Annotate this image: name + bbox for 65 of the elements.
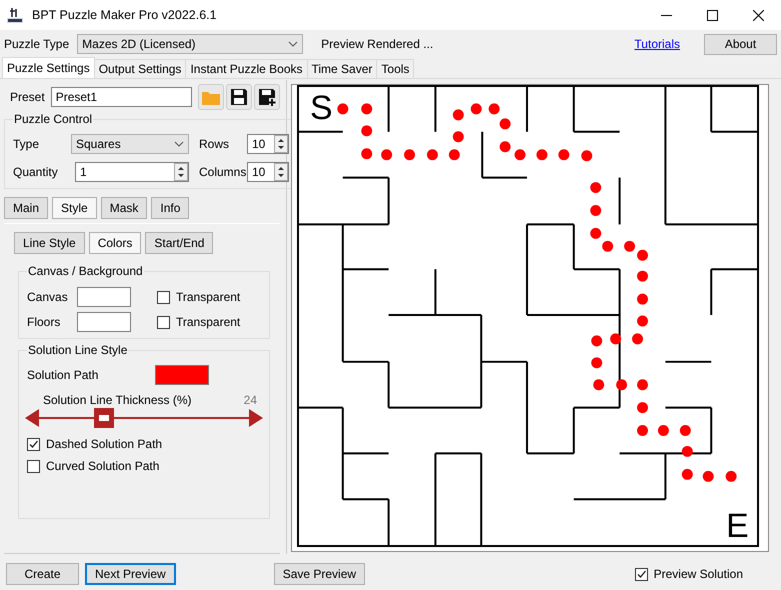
checkbox[interactable] bbox=[157, 290, 170, 304]
checkbox[interactable] bbox=[27, 438, 40, 450]
option-tab[interactable]: Line Style bbox=[14, 232, 85, 254]
slider-thumb[interactable] bbox=[94, 408, 114, 428]
checkbox[interactable] bbox=[157, 316, 170, 328]
preset-label: Preset bbox=[10, 90, 45, 104]
type-dropdown[interactable]: Squares bbox=[71, 134, 189, 154]
thickness-label: Solution Line Thickness (%) bbox=[43, 393, 192, 407]
puzzle-type-dropdown[interactable]: Mazes 2D (Licensed) bbox=[77, 34, 304, 54]
checkbox-label: Transparent bbox=[176, 315, 240, 329]
section-tab[interactable]: Info bbox=[151, 197, 190, 219]
right-arrow-icon[interactable] bbox=[249, 409, 263, 427]
group-title: Puzzle Control bbox=[13, 112, 94, 126]
end-label: E bbox=[726, 507, 749, 546]
app-icon bbox=[6, 6, 24, 24]
color-swatch[interactable] bbox=[155, 365, 209, 385]
caret-icon bbox=[174, 141, 184, 147]
checkbox[interactable] bbox=[27, 460, 40, 472]
checkbox-label: Dashed Solution Path bbox=[46, 437, 162, 451]
action-button[interactable]: Next Preview bbox=[85, 563, 176, 585]
color-label: Canvas bbox=[27, 290, 69, 304]
tutorials-link[interactable]: Tutorials bbox=[634, 37, 680, 51]
section-tab[interactable]: Main bbox=[4, 197, 48, 219]
solution-path-label: Solution Path bbox=[27, 368, 100, 382]
save-as-icon[interactable] bbox=[254, 84, 280, 110]
action-button[interactable]: Create bbox=[6, 563, 79, 585]
group-title: Solution Line Style bbox=[27, 343, 128, 357]
type-label: Type bbox=[13, 137, 40, 151]
option-tab[interactable]: Colors bbox=[88, 232, 142, 254]
color-swatch[interactable] bbox=[77, 312, 131, 332]
rows-field[interactable]: 10 bbox=[247, 134, 289, 154]
preset-field[interactable]: Preset1 bbox=[50, 87, 192, 107]
spinner-arrows-icon[interactable] bbox=[274, 135, 288, 153]
window-title: BPT Puzzle Maker Pro v2022.6.1 bbox=[32, 8, 218, 22]
quantity-field[interactable]: 1 bbox=[75, 162, 189, 182]
close-icon[interactable] bbox=[752, 10, 764, 20]
action-button[interactable]: Save Preview bbox=[274, 563, 366, 585]
tab[interactable]: Output Settings bbox=[94, 59, 186, 78]
checkbox[interactable] bbox=[634, 568, 648, 580]
columns-field[interactable]: 10 bbox=[247, 162, 289, 182]
section-tab[interactable]: Mask bbox=[100, 197, 148, 219]
status-text: Preview Rendered ... bbox=[321, 37, 434, 51]
thickness-slider[interactable] bbox=[25, 407, 263, 429]
checkbox-label: Preview Solution bbox=[654, 567, 743, 581]
spinner-arrows-icon[interactable] bbox=[274, 163, 288, 181]
spinner-arrows-icon[interactable] bbox=[174, 163, 188, 181]
start-label: S bbox=[310, 88, 333, 127]
checkbox-label: Curved Solution Path bbox=[46, 459, 160, 473]
caret-icon bbox=[288, 41, 298, 47]
color-swatch[interactable] bbox=[77, 287, 131, 307]
tab[interactable]: Tools bbox=[376, 59, 414, 78]
option-tab[interactable]: Start/End bbox=[145, 232, 214, 254]
rows-label: Rows bbox=[199, 137, 230, 151]
checkbox-label: Transparent bbox=[176, 290, 240, 304]
left-arrow-icon[interactable] bbox=[25, 409, 39, 427]
group-title: Canvas / Background bbox=[27, 264, 144, 278]
puzzle-type-label: Puzzle Type bbox=[4, 37, 70, 51]
color-label: Floors bbox=[27, 315, 62, 329]
about-button[interactable]: About bbox=[704, 34, 777, 54]
tab[interactable]: Puzzle Settings bbox=[2, 57, 95, 78]
save-icon[interactable] bbox=[226, 84, 252, 110]
section-tab[interactable]: Style bbox=[52, 197, 97, 219]
thickness-value: 24 bbox=[244, 393, 257, 407]
quantity-label: Quantity bbox=[13, 165, 59, 179]
maximize-icon[interactable] bbox=[706, 10, 718, 20]
